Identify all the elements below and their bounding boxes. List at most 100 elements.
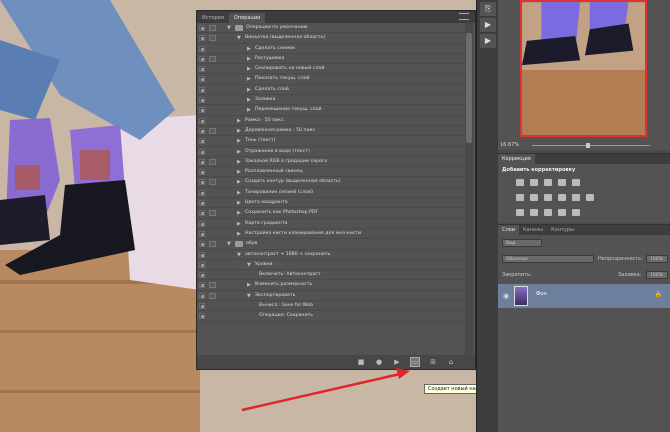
hue-saturation-icon[interactable] [516,194,524,201]
record-icon[interactable]: ● [375,358,383,366]
action-row[interactable]: ▶ Деревянная рамка - 50 пикс. [197,126,465,137]
layer-row-background[interactable]: ◉ Фон 🔒 [498,284,670,308]
toggle-checkbox[interactable] [199,158,205,165]
toggle-checkbox[interactable] [199,138,205,145]
dialog-toggle-icon[interactable] [209,210,216,217]
toggle-checkbox[interactable] [199,25,205,31]
action-row[interactable]: ▶ Создать контур (выделенная область) [197,177,465,188]
toggle-checkbox[interactable] [199,107,205,114]
toggle-checkbox[interactable] [199,241,205,248]
action-row[interactable]: ▼ Виньетка (выделенная область) [197,33,465,44]
scroll-thumb[interactable] [466,33,472,143]
tab-actions[interactable]: Операции [228,13,266,23]
toggle-checkbox[interactable] [199,282,205,289]
eye-icon[interactable]: ◉ [503,292,509,300]
new-set-folder-icon[interactable]: ▭ [410,357,420,367]
action-set-row[interactable]: ▼ Операции по умолчанию [197,23,465,34]
panel-menu-icon[interactable] [459,13,469,20]
toggle-checkbox[interactable] [199,251,205,258]
action-row[interactable]: ▼ Экспортировать [197,291,465,302]
expand-right-icon[interactable]: ▶ [237,126,241,136]
expand-down-icon[interactable]: ▼ [237,250,241,260]
action-row[interactable]: ▶ Растушевка [197,54,465,65]
toggle-checkbox[interactable] [199,313,205,320]
expand-down-icon[interactable]: ▼ [247,260,251,270]
zoom-slider[interactable] [532,145,650,146]
gradient-map-icon[interactable] [558,209,566,216]
blend-mode-select[interactable]: Обычные [502,255,594,263]
posterize-icon[interactable] [530,209,538,216]
toggle-checkbox[interactable] [199,230,205,237]
selective-color-icon[interactable] [572,209,580,216]
toggle-checkbox[interactable] [199,45,205,52]
expand-right-icon[interactable]: ▶ [237,147,241,157]
actions-scrollbar[interactable] [465,23,473,363]
expand-right-icon[interactable]: ▶ [237,219,241,229]
dialog-toggle-icon[interactable] [209,25,216,31]
action-row[interactable]: ▼ Уровни [197,260,465,271]
opacity-input[interactable]: 100% [646,255,668,263]
layer-filter-select[interactable]: Вид [502,239,542,247]
color-balance-icon[interactable] [530,194,538,201]
expand-right-icon[interactable]: ▶ [237,229,241,239]
toggle-checkbox[interactable] [199,200,205,207]
expand-right-icon[interactable]: ▶ [237,177,241,187]
play-actions-icon[interactable]: ▶ [480,18,496,32]
tab-layers[interactable]: Слои [498,225,519,235]
expand-down-icon[interactable]: ▼ [227,239,231,249]
toggle-checkbox[interactable] [199,76,205,83]
action-set-row[interactable]: ▼ обув [197,239,465,250]
expand-right-icon[interactable]: ▶ [237,198,241,208]
action-row[interactable]: ▶ Перемещение текущ. слой [197,105,465,116]
dialog-toggle-icon[interactable] [209,282,216,289]
toggle-checkbox[interactable] [199,35,205,42]
expand-right-icon[interactable]: ▶ [237,116,241,126]
action-row[interactable]: ▶ Рамка - 50 пикс. [197,116,465,126]
history-tool-icon[interactable]: ⎘ [480,2,496,16]
dialog-toggle-icon[interactable] [209,292,216,299]
exposure-icon[interactable] [558,179,566,186]
expand-down-icon[interactable]: ▼ [237,33,241,43]
zoom-slider-knob[interactable] [586,143,590,148]
toggle-checkbox[interactable] [199,261,205,268]
action-row[interactable]: ▶ Показать текущ. слой [197,74,465,85]
expand-right-icon[interactable]: ▶ [247,105,251,115]
expand-right-icon[interactable]: ▶ [237,208,241,218]
toggle-checkbox[interactable] [199,179,205,186]
expand-right-icon[interactable]: ▶ [237,157,241,167]
action-row[interactable]: ▶ Расплавленный свинец [197,167,465,178]
toggle-checkbox[interactable] [199,117,205,124]
action-row[interactable]: ▶ Изменить размерность [197,280,465,291]
channel-mixer-icon[interactable] [572,194,580,201]
action-row[interactable]: ▶ Отражение в воде (текст) [197,147,465,157]
brightness-icon[interactable] [516,179,524,186]
expand-down-icon[interactable]: ▼ [227,23,231,33]
play-icon[interactable]: ▶ [393,358,401,366]
action-row[interactable]: ▶ Скопировать на новый слой [197,64,465,75]
action-row[interactable]: ▶ Сделать слой [197,85,465,96]
curves-icon[interactable] [544,179,552,186]
toggle-checkbox[interactable] [199,220,205,227]
action-row[interactable]: ▶ Тонирование сепией (слой) [197,188,465,199]
navigator-thumbnail[interactable] [520,0,647,137]
action-row[interactable]: ▶ Сделать снимок [197,44,465,54]
action-row[interactable]: ▶ Заказной RGB в градации серого [197,157,465,168]
action-row[interactable]: ▼ автоконтраст + 1680 + сохранить [197,250,465,260]
trash-icon[interactable]: ⌂ [447,358,455,366]
action-row[interactable]: Включить: Автоконтраст [197,270,465,281]
expand-right-icon[interactable]: ▶ [247,280,251,290]
levels-icon[interactable] [530,179,538,186]
dialog-toggle-icon[interactable] [209,127,216,134]
new-action-icon[interactable]: ⊞ [429,358,437,366]
expand-right-icon[interactable]: ▶ [237,167,241,177]
expand-right-icon[interactable]: ▶ [237,136,241,146]
expand-right-icon[interactable]: ▶ [247,74,251,84]
action-row[interactable]: ▶ Карта градиента [197,219,465,229]
vibrance-icon[interactable] [572,179,580,186]
tab-channels[interactable]: Каналы [519,225,547,235]
action-row[interactable]: ▶ Настройка кисти клонирования для мно-ки… [197,229,465,240]
dialog-toggle-icon[interactable] [209,179,216,186]
toggle-checkbox[interactable] [199,148,205,155]
dialog-toggle-icon[interactable] [209,241,216,248]
tab-history[interactable]: История [197,13,229,23]
